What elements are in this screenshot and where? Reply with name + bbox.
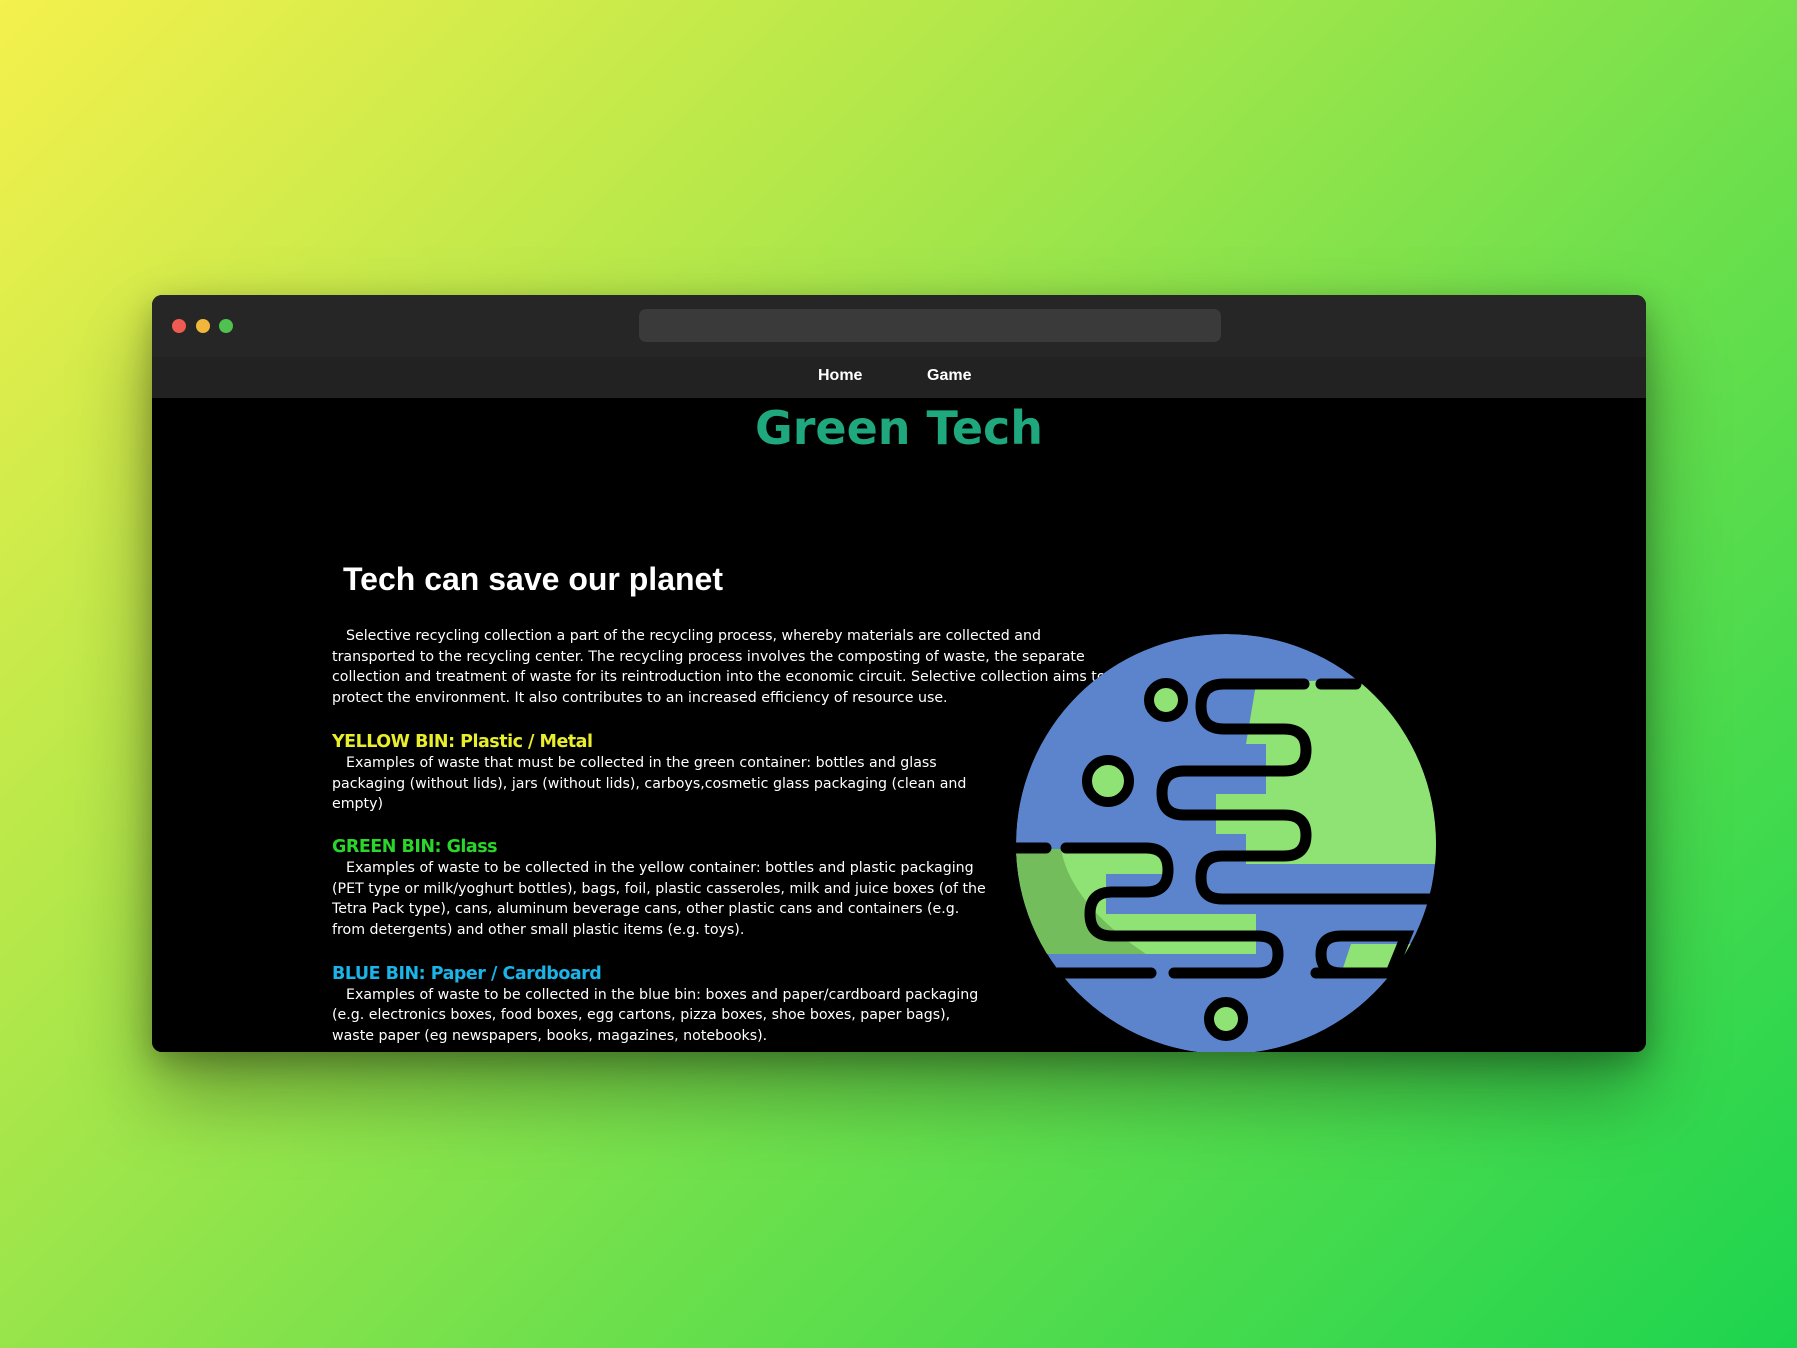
page-content: Green Tech Tech can save our planet Sele… [152,398,1646,1052]
window-titlebar [152,295,1646,358]
yellow-bin-heading: YELLOW BIN: Plastic / Metal [332,731,593,752]
planet-illustration [1016,634,1436,1052]
yellow-bin-text: Examples of waste that must be collected… [332,754,967,813]
nav-home-link[interactable]: Home [818,367,862,385]
minimize-window-button[interactable] [196,319,210,333]
address-bar[interactable] [639,309,1221,342]
blue-bin-heading: BLUE BIN: Paper / Cardboard [332,963,602,984]
maximize-window-button[interactable] [219,319,233,333]
close-window-button[interactable] [172,319,186,333]
green-bin-text: Examples of waste to be collected in the… [332,859,986,939]
hero-heading: Tech can save our planet [343,561,723,597]
green-bin-heading: GREEN BIN: Glass [332,836,498,857]
site-title: Green Tech [754,401,1044,455]
text-column: Selective recycling collection a part of… [332,626,1132,1047]
site-navbar: Home Game [152,357,1646,398]
intro-paragraph: Selective recycling collection a part of… [332,628,1106,707]
nav-game-link[interactable]: Game [927,367,971,385]
browser-window: Home Game Green Tech Tech can save our p… [152,295,1646,1052]
blue-bin-text: Examples of waste to be collected in the… [332,986,979,1045]
